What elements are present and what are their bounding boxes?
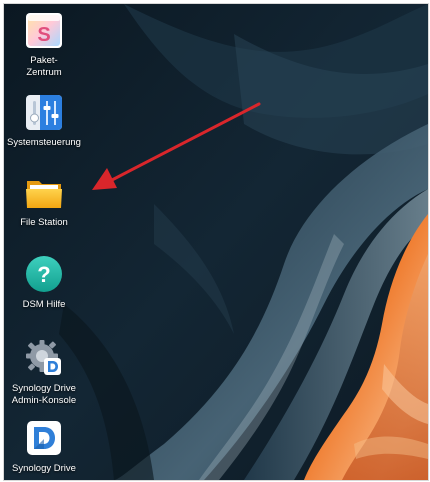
annotation-arrow <box>92 102 261 190</box>
dsm-desktop: S Paket- Zentrum Systemsteuerung File St… <box>3 3 429 481</box>
